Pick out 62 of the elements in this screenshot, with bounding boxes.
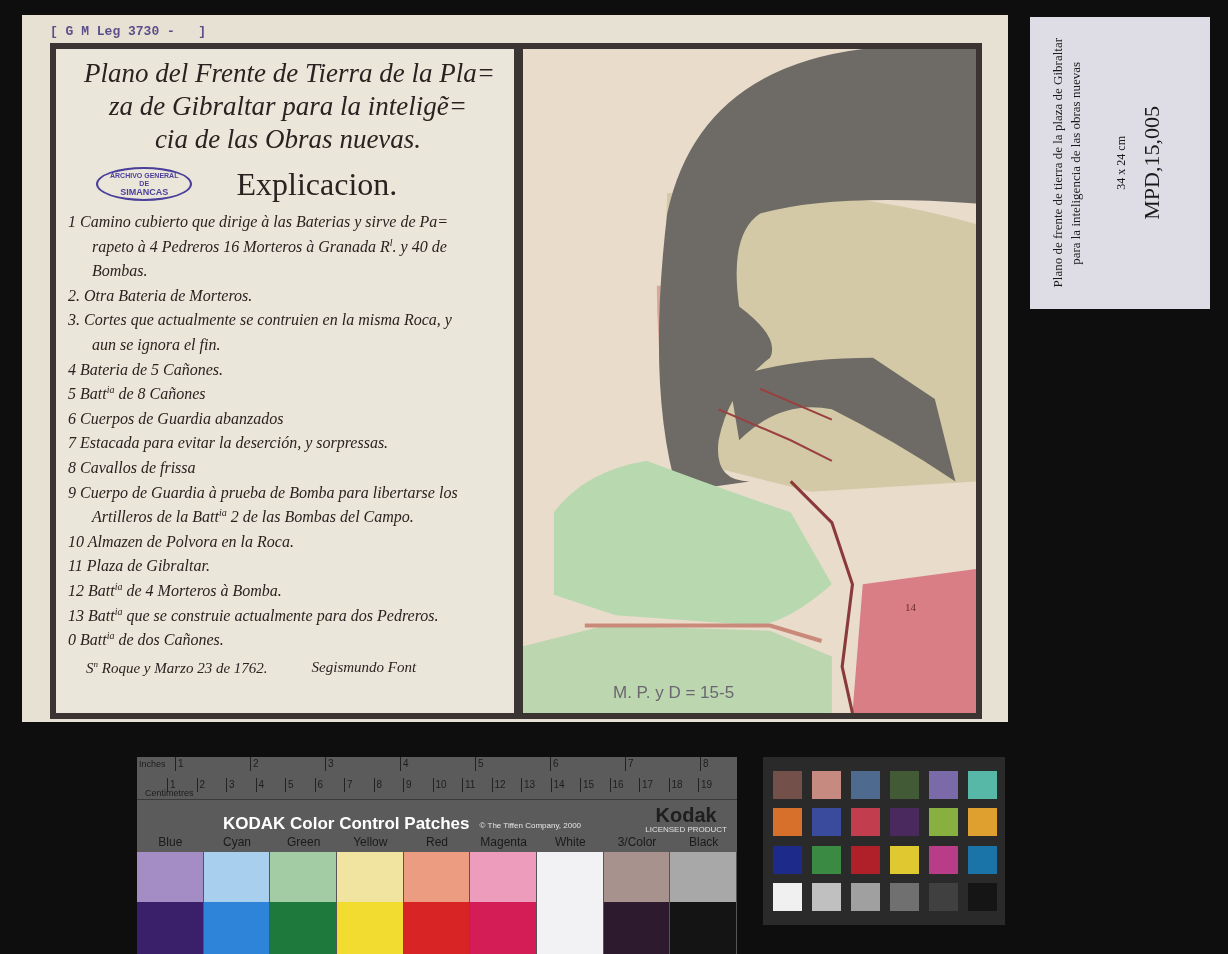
centimetre-mark: 7 — [344, 778, 374, 792]
legend-line: 10 Almazen de Polvora en la Roca. — [68, 531, 295, 552]
card-signature: MPD,15,005 — [1139, 106, 1165, 220]
card-description-line: para la inteligencia de las obras nuevas — [1068, 61, 1084, 265]
legend-line: 9 Cuerpo de Guardia à prueba de Bomba para libertarse los — [68, 482, 459, 504]
legend-line: 0 Batt$^{ia}$ de dos Cañones. — [68, 628, 225, 651]
copyright-text: © The Tiffen Company, 2000 — [479, 821, 582, 830]
patch-label: 3/Color — [616, 834, 658, 851]
patch-label: Magenta — [479, 834, 528, 851]
centimetre-mark: 14 — [550, 778, 580, 792]
map-number: 14 — [905, 601, 916, 614]
centimetre-mark: 4 — [255, 778, 285, 792]
centimetre-mark: 10 — [432, 778, 462, 792]
legend-line: 2. Otra Bateria de Morteros. — [68, 285, 254, 306]
place-date: S$^{n}$ Roque y Marzo 23 de 1762. — [86, 658, 268, 677]
patch-label: Yellow — [352, 834, 389, 851]
centimetre-mark: 8 — [373, 778, 403, 792]
centimetre-mark: 9 — [403, 778, 433, 792]
card-description-line: Plano de frente de tierra de la plaza de Gibraltar — [1050, 38, 1066, 288]
card-size: 34 x 24 cm — [1114, 136, 1129, 190]
centimetre-mark: 2 — [196, 778, 226, 792]
legend-line: Artilleros de la Batt$^{ia}$ 2 de las Bombas del Campo. — [90, 505, 415, 528]
patch-label: Red — [425, 834, 449, 851]
legend-line: 4 Bateria de 5 Cañones. — [68, 359, 225, 380]
legend-line: 8 Cavallos de frissa — [68, 457, 197, 479]
centimetre-mark: 18 — [668, 778, 698, 792]
legend-line: aun se ignora el fin. — [91, 334, 222, 356]
legend-line: 1 Camino cubierto que dirige à las Baterias y sirve de Pa= — [68, 212, 450, 233]
map-title-line: Plano del Frente de Tierra de la Pla= — [83, 57, 495, 90]
centimetre-mark: 3 — [226, 778, 256, 792]
map-title-line: cia de las Obras nuevas. — [154, 123, 422, 156]
inch-mark: 4 — [400, 757, 475, 771]
signature: Segismundo Font — [311, 658, 417, 677]
centimetre-mark: 13 — [521, 778, 551, 792]
legend-line: 3. Cortes que actualmente se contruien en la misma Roca, y — [68, 310, 453, 331]
legend-heading: Explicacion. — [236, 165, 398, 204]
centimetre-mark: 11 — [462, 778, 492, 792]
legend-line: Bombas. — [91, 261, 149, 282]
patch-label: Cyan — [222, 834, 252, 851]
legend-line: 6 Cuerpos de Guardia abanzados — [68, 408, 285, 430]
pencil-note: M. P. y D = 15-5 — [613, 683, 735, 704]
brand-note: LICENSED PRODUCT — [645, 825, 727, 834]
patch-label: Black — [688, 834, 720, 851]
centimetre-mark: 16 — [609, 778, 639, 792]
legend-line: 13 Batt$^{ia}$ que se construie actualmente para dos Pedreros. — [68, 604, 440, 627]
legend-line: 12 Batt$^{ia}$ de 4 Morteros à Bomba. — [68, 579, 283, 601]
centimetre-mark: 6 — [314, 778, 344, 792]
patch-label: Green — [285, 834, 322, 851]
brand-logo: Kodak — [655, 805, 717, 825]
map-title-line: za de Gibraltar para la inteligẽ= — [109, 90, 467, 123]
legend-line: 5 Batt$^{ia}$ de 8 Cañones — [68, 382, 207, 405]
inch-mark: 3 — [325, 757, 400, 771]
legend-line: rapeto à 4 Pedreros 16 Morteros à Granada R$^{l}$. y 40 de — [91, 235, 448, 258]
patch-label: White — [553, 834, 587, 851]
legend-line: 11 Plaza de Gibraltar. — [68, 556, 211, 577]
centimetre-mark: 12 — [491, 778, 521, 792]
centimetre-mark: 15 — [580, 778, 610, 792]
shelfmark-text: [ G M Leg 3730 - ] — [50, 23, 207, 41]
patch-label: Blue — [157, 834, 184, 851]
legend-line: 7 Estacada para evitar la deserción, y sorpressas. — [68, 433, 390, 454]
strip-title: KODAK Color Control Patches — [223, 814, 470, 834]
inch-mark: 7 — [625, 757, 700, 771]
